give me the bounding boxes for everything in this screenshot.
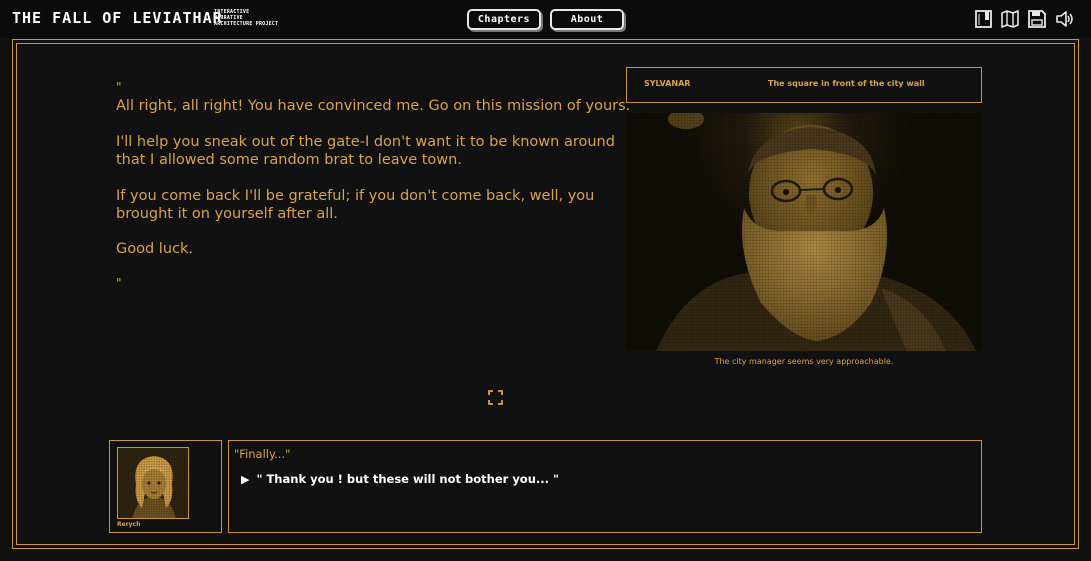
character-portrait	[626, 113, 982, 351]
chapters-button[interactable]: Chapters	[467, 9, 541, 30]
scene-header: SYLVANAR The square in front of the city…	[626, 67, 982, 103]
map-icon[interactable]	[1000, 9, 1020, 29]
top-bar: THE FALL OF LEVIATHAR INTERACTIVE NARRAT…	[0, 0, 1091, 38]
dialog-choice-text[interactable]: " Thank you ! but these will not bother …	[256, 472, 559, 486]
story-paragraph: I'll help you sneak out of the gate-I do…	[116, 134, 615, 150]
story-paragraph: Good luck.	[116, 241, 193, 257]
avatar	[117, 447, 189, 519]
portrait-caption: The city manager seems very approachable…	[714, 357, 894, 366]
book-icon[interactable]	[974, 9, 994, 29]
old-man-portrait-image	[626, 113, 982, 351]
player-name: Rerych	[117, 521, 141, 528]
story-paragraph: that I allowed some random brat to leave…	[116, 152, 462, 168]
dialog-panel: "Finally..." ▶ " Thank you ! but these w…	[228, 440, 982, 533]
story-paragraph: If you come back I'll be grateful; if yo…	[116, 188, 595, 204]
fullscreen-icon[interactable]	[488, 390, 503, 405]
sound-icon[interactable]	[1055, 9, 1075, 29]
logo-tagline: INTERACTIVE NARRATIVE ARCHITECTURE PROJE…	[214, 9, 279, 27]
play-arrow-icon: ▶	[241, 472, 250, 486]
about-button[interactable]: About	[550, 9, 624, 30]
close-quote: "	[116, 276, 122, 290]
dialog-choice-option[interactable]: ▶ " Thank you ! but these will not bothe…	[241, 472, 559, 486]
save-icon[interactable]	[1027, 9, 1047, 29]
story-paragraph: brought it on yourself after all.	[116, 206, 338, 222]
story-paragraph: All right, all right! You have convinced…	[116, 98, 631, 114]
player-dialog-line: "Finally..."	[234, 447, 291, 461]
game-logo[interactable]: THE FALL OF LEVIATHAR	[12, 9, 223, 27]
open-quote: "	[116, 80, 122, 94]
player-portrait-image	[118, 448, 188, 518]
location-name: The square in front of the city wall	[768, 79, 925, 88]
speaker-name: SYLVANAR	[644, 79, 691, 88]
player-avatar-panel: Rerych	[109, 440, 222, 533]
